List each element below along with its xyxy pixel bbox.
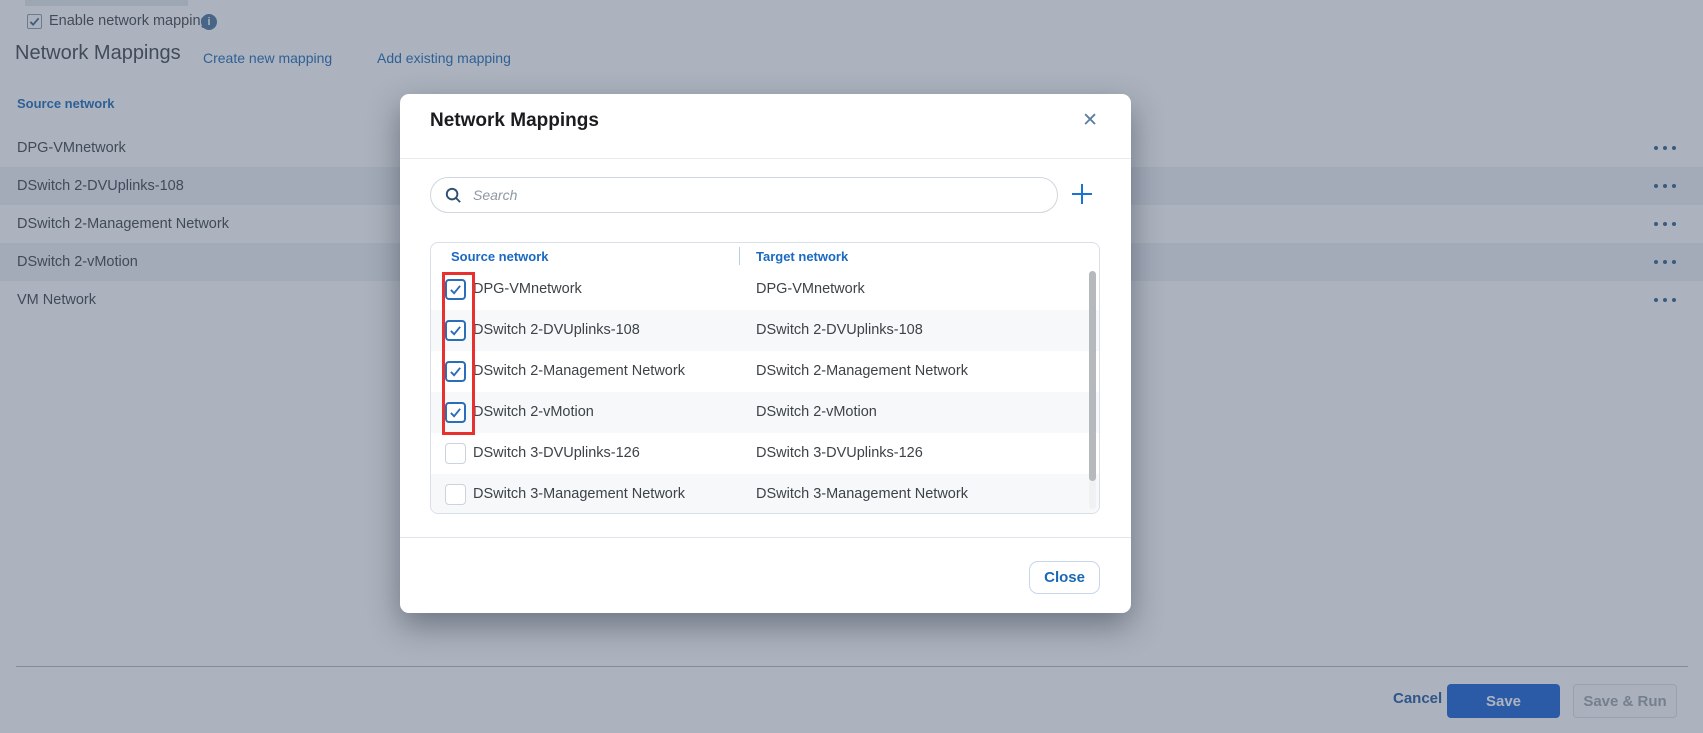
table-row: DSwitch 2-Management Network DSwitch 2-M…: [431, 351, 1099, 392]
row-checkbox[interactable]: [445, 484, 466, 505]
table-row: DSwitch 2-vMotion DSwitch 2-vMotion: [431, 392, 1099, 433]
table-scrollbar[interactable]: [1089, 271, 1096, 509]
search-icon: [445, 187, 462, 204]
close-button[interactable]: Close: [1029, 561, 1100, 594]
source-network-value: DSwitch 2-vMotion: [473, 404, 594, 420]
check-icon: [449, 324, 462, 337]
table-row: DPG-VMnetwork DPG-VMnetwork: [431, 269, 1099, 310]
search-input[interactable]: [471, 186, 1057, 204]
add-mapping-plus-button[interactable]: [1068, 180, 1096, 208]
source-network-value: DSwitch 3-DVUplinks-126: [473, 445, 640, 461]
source-network-value: DSwitch 2-Management Network: [473, 363, 685, 379]
source-network-value: DSwitch 2-DVUplinks-108: [473, 322, 640, 338]
modal-header-divider: [400, 158, 1131, 159]
modal-title: Network Mappings: [430, 110, 599, 132]
scrollbar-thumb[interactable]: [1089, 271, 1096, 481]
search-box: [430, 177, 1058, 213]
target-network-value: DSwitch 2-DVUplinks-108: [756, 322, 923, 338]
row-checkbox[interactable]: [445, 320, 466, 341]
target-network-value: DSwitch 3-Management Network: [756, 486, 968, 502]
row-checkbox[interactable]: [445, 443, 466, 464]
mappings-table: Source network Target network DPG-VMnetw…: [430, 242, 1100, 514]
row-checkbox[interactable]: [445, 279, 466, 300]
modal-footer-divider: [400, 537, 1131, 538]
target-network-value: DSwitch 3-DVUplinks-126: [756, 445, 923, 461]
row-checkbox[interactable]: [445, 361, 466, 382]
target-network-value: DSwitch 2-Management Network: [756, 363, 968, 379]
column-divider: [739, 247, 740, 265]
table-row: DSwitch 3-DVUplinks-126 DSwitch 3-DVUpli…: [431, 433, 1099, 474]
check-icon: [449, 365, 462, 378]
row-checkbox[interactable]: [445, 402, 466, 423]
source-network-value: DPG-VMnetwork: [473, 281, 582, 297]
target-network-column-header: Target network: [756, 249, 848, 264]
plus-icon: [1070, 182, 1094, 206]
target-network-value: DPG-VMnetwork: [756, 281, 865, 297]
source-network-column-header: Source network: [451, 249, 549, 264]
app-window: Enable network mapping i Network Mapping…: [0, 0, 1703, 733]
table-row: DSwitch 3-Management Network DSwitch 3-M…: [431, 474, 1099, 513]
table-header-row: Source network Target network: [431, 243, 1099, 269]
check-icon: [449, 406, 462, 419]
network-mappings-modal: Network Mappings ✕ Source network Target…: [400, 94, 1131, 613]
close-icon[interactable]: ✕: [1082, 111, 1098, 131]
table-row: DSwitch 2-DVUplinks-108 DSwitch 2-DVUpli…: [431, 310, 1099, 351]
check-icon: [449, 283, 462, 296]
source-network-value: DSwitch 3-Management Network: [473, 486, 685, 502]
target-network-value: DSwitch 2-vMotion: [756, 404, 877, 420]
